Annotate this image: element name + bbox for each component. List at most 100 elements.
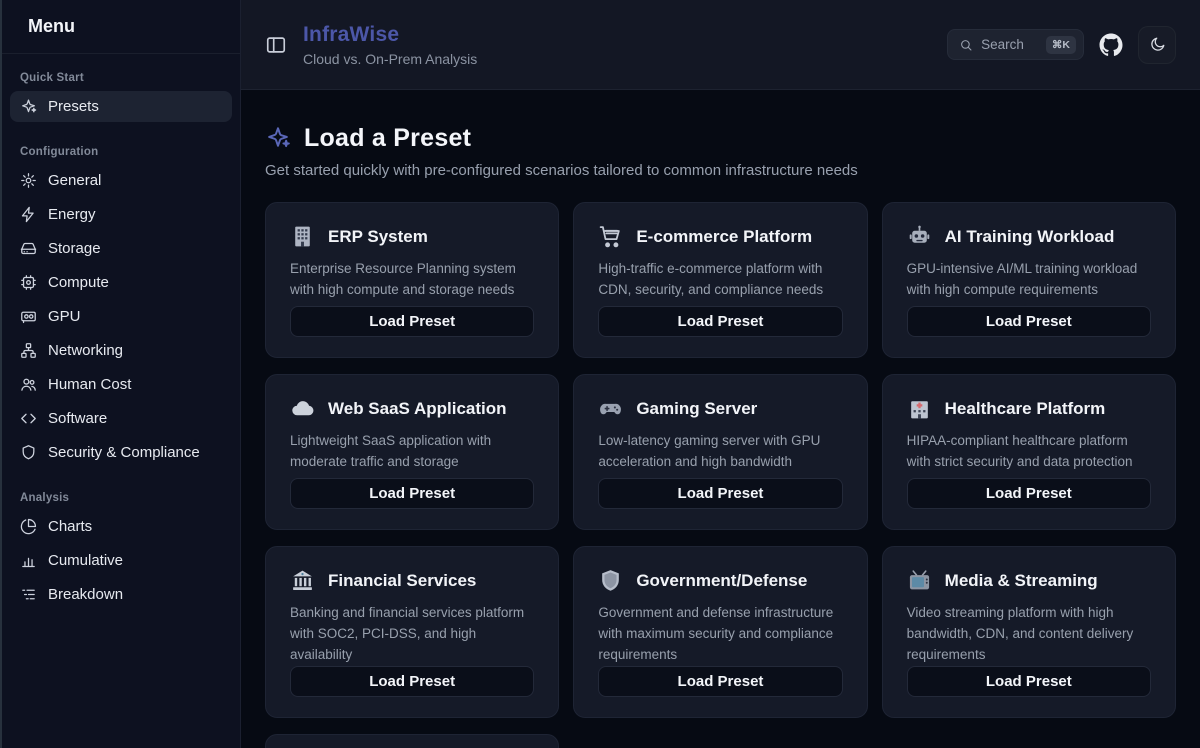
load-preset-button[interactable]: Load Preset (290, 478, 534, 509)
sidebar-item-software[interactable]: Software (10, 403, 232, 434)
search-placeholder: Search (981, 37, 1038, 52)
load-preset-button[interactable]: Load Preset (907, 478, 1151, 509)
sidebar-section-label: Configuration (10, 142, 232, 165)
sidebar-item-networking[interactable]: Networking (10, 335, 232, 366)
preset-card-title-row: Gaming Server (598, 396, 842, 421)
network-icon (20, 342, 37, 359)
page-title: Load a Preset (304, 124, 471, 153)
app-title: InfraWise (303, 23, 477, 47)
app-subtitle: Cloud vs. On-Prem Analysis (303, 51, 477, 67)
sidebar-item-compute[interactable]: Compute (10, 267, 232, 298)
sidebar-item-label: Networking (48, 342, 123, 359)
sidebar-item-label: General (48, 172, 101, 189)
preset-card-government-defense: Government/Defense Government and defense… (573, 546, 867, 718)
moon-icon (1149, 36, 1166, 53)
app-window: Menu Quick StartPresets Configuration Gene… (0, 0, 1200, 748)
sidebar-header: Menu (2, 0, 240, 54)
preset-card-ai-training-workload: AI Training Workload GPU-intensive AI/ML … (882, 202, 1176, 358)
preset-title: Web SaaS Application (328, 399, 507, 419)
sidebar-section: Configuration General Energy StorageCompute… (10, 142, 232, 468)
sidebar-item-storage[interactable]: Storage (10, 233, 232, 264)
load-preset-button[interactable]: Load Preset (290, 666, 534, 697)
sparkles-icon (265, 125, 291, 151)
tv-icon (907, 568, 932, 593)
sidebar-item-breakdown[interactable]: Breakdown (10, 579, 232, 610)
sidebar-item-charts[interactable]: Charts (10, 511, 232, 542)
preset-title: Media & Streaming (945, 571, 1098, 591)
theme-toggle-button[interactable] (1138, 26, 1176, 64)
page-subtitle: Get started quickly with pre-configured … (265, 162, 1176, 179)
zap-icon (20, 206, 37, 223)
preset-card-partial (265, 734, 559, 748)
app-header: InfraWise Cloud vs. On-Prem Analysis Sea… (241, 0, 1200, 90)
preset-title: AI Training Workload (945, 227, 1115, 247)
preset-card-title-row: ERP System (290, 224, 534, 249)
gear-icon (20, 172, 37, 189)
robot-icon (907, 224, 932, 249)
preset-card-gaming-server: Gaming Server Low-latency gaming server w… (573, 374, 867, 530)
preset-title: Financial Services (328, 571, 476, 591)
sidebar-toggle-icon[interactable] (265, 34, 287, 56)
load-preset-button[interactable]: Load Preset (290, 306, 534, 337)
main-content: Load a Preset Get started quickly with p… (241, 90, 1200, 748)
sidebar: Menu Quick StartPresets Configuration Gene… (2, 0, 241, 748)
load-preset-button[interactable]: Load Preset (907, 666, 1151, 697)
sparkles-icon (20, 98, 37, 115)
preset-title: ERP System (328, 227, 428, 247)
load-preset-button[interactable]: Load Preset (598, 306, 842, 337)
hard-drive-icon (20, 240, 37, 257)
preset-title: Government/Defense (636, 571, 807, 591)
sidebar-item-label: Software (48, 410, 107, 427)
preset-description: High-traffic e-commerce platform with CD… (598, 259, 842, 301)
preset-card-web-saas-application: Web SaaS Application Lightweight SaaS app… (265, 374, 559, 530)
code-icon (20, 410, 37, 427)
preset-card-title-row: E-commerce Platform (598, 224, 842, 249)
gamepad-icon (598, 396, 623, 421)
preset-card-title-row: Web SaaS Application (290, 396, 534, 421)
sidebar-item-general[interactable]: General (10, 165, 232, 196)
office-building-icon (290, 224, 315, 249)
preset-description: Lightweight SaaS application with modera… (290, 431, 534, 473)
sidebar-item-gpu[interactable]: GPU (10, 301, 232, 332)
preset-card-financial-services: Financial Services Banking and financial … (265, 546, 559, 718)
preset-title: E-commerce Platform (636, 227, 812, 247)
preset-description: HIPAA-compliant healthcare platform with… (907, 431, 1151, 473)
search-icon (959, 38, 973, 52)
github-icon[interactable] (1099, 33, 1123, 57)
cpu-icon (20, 274, 37, 291)
preset-card-title-row: Financial Services (290, 568, 534, 593)
preset-card-title-row: Media & Streaming (907, 568, 1151, 593)
sidebar-item-energy[interactable]: Energy (10, 199, 232, 230)
sidebar-item-label: Energy (48, 206, 96, 223)
brand-block: InfraWise Cloud vs. On-Prem Analysis (303, 23, 477, 67)
shopping-cart-icon (598, 224, 623, 249)
preset-description: Government and defense infrastructure wi… (598, 603, 842, 666)
shield-icon (20, 444, 37, 461)
search-input[interactable]: Search ⌘K (947, 29, 1084, 60)
load-preset-button[interactable]: Load Preset (598, 478, 842, 509)
preset-description: Enterprise Resource Planning system with… (290, 259, 534, 301)
preset-card-title-row: AI Training Workload (907, 224, 1151, 249)
sidebar-item-label: Charts (48, 518, 92, 535)
preset-description: Banking and financial services platform … (290, 603, 534, 666)
preset-grid: ERP System Enterprise Resource Planning s… (265, 202, 1176, 748)
sidebar-item-cumulative[interactable]: Cumulative (10, 545, 232, 576)
sidebar-item-label: Security & Compliance (48, 444, 200, 461)
sidebar-item-security-compliance[interactable]: Security & Compliance (10, 437, 232, 468)
sidebar-nav: Quick StartPresets Configuration General En… (2, 54, 240, 630)
preset-description: Low-latency gaming server with GPU accel… (598, 431, 842, 473)
sidebar-section: Analysis Charts CumulativeBreakdown (10, 488, 232, 610)
preset-description: GPU-intensive AI/ML training workload wi… (907, 259, 1151, 301)
sidebar-item-human-cost[interactable]: Human Cost (10, 369, 232, 400)
sidebar-section-label: Analysis (10, 488, 232, 511)
shield-emblem-icon (598, 568, 623, 593)
load-preset-button[interactable]: Load Preset (598, 666, 842, 697)
preset-card-healthcare-platform: Healthcare PlatformHIPAA-compliant healt… (882, 374, 1176, 530)
sidebar-section: Quick StartPresets (10, 68, 232, 122)
pie-chart-icon (20, 518, 37, 535)
preset-title: Gaming Server (636, 399, 757, 419)
sidebar-item-label: Human Cost (48, 376, 131, 393)
sidebar-item-presets[interactable]: Presets (10, 91, 232, 122)
load-preset-button[interactable]: Load Preset (907, 306, 1151, 337)
preset-card-e-commerce-platform: E-commerce Platform High-traffic e-commer… (573, 202, 867, 358)
